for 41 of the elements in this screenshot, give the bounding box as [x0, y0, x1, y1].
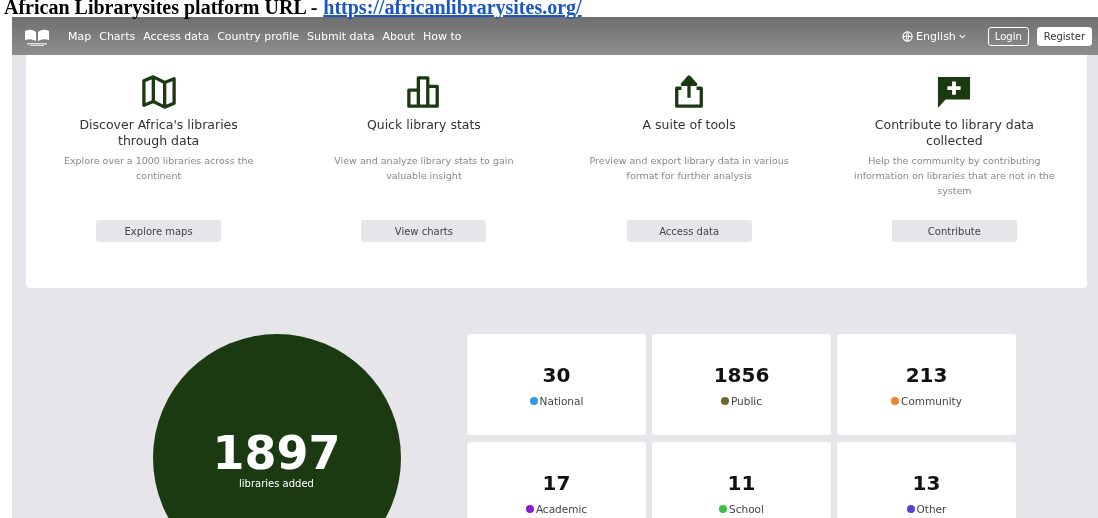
- total-label: libraries added: [239, 477, 314, 489]
- map-icon: [139, 75, 178, 109]
- nav-link[interactable]: How to: [422, 29, 462, 43]
- feature-description: Preview and export library data in various format for further analysis: [588, 154, 790, 183]
- feature-title: Contribute to library data collected: [873, 117, 1035, 149]
- url-link[interactable]: https://africanlibrarysites.org/: [323, 0, 582, 17]
- category-label: Academic: [535, 502, 588, 515]
- stat-value: 11: [727, 470, 756, 495]
- feature-title: Discover Africa's libraries through data: [78, 117, 239, 149]
- stat-value: 13: [912, 470, 941, 495]
- nav-link[interactable]: Country profile: [217, 29, 300, 43]
- feature-title: Quick library stats: [366, 117, 481, 134]
- caret-icon: [958, 33, 966, 39]
- category-label: Other: [916, 502, 947, 515]
- category-label: Community: [901, 394, 962, 407]
- register-button[interactable]: Register: [1036, 26, 1092, 46]
- language-selector[interactable]: English: [902, 29, 966, 43]
- category-label: Public: [730, 394, 763, 407]
- feature-button[interactable]: Contribute: [891, 220, 1017, 242]
- globe-icon: [902, 30, 914, 42]
- login-button[interactable]: Login: [987, 26, 1029, 46]
- stat-value: 213: [905, 362, 948, 387]
- nav-link[interactable]: Access data: [143, 29, 210, 43]
- stat-value: 1856: [713, 362, 770, 387]
- total-count: 1897: [212, 427, 341, 478]
- feature-description: View and analyze library stats to gain valuable insight: [333, 154, 515, 183]
- feature-description: Explore over a 1000 libraries across the continent: [62, 154, 255, 183]
- nav-link[interactable]: Charts: [99, 29, 136, 43]
- feature-button[interactable]: Explore maps: [96, 220, 222, 242]
- feature-description: Help the community by contributing information on libraries that are not in the system: [853, 154, 1056, 198]
- nav-link[interactable]: Map: [68, 29, 92, 43]
- feature-button[interactable]: View charts: [361, 220, 487, 242]
- stat-value: 17: [542, 470, 571, 495]
- feature-title: A suite of tools: [642, 117, 736, 134]
- nav-link[interactable]: Submit data: [307, 29, 375, 43]
- nav-link[interactable]: About: [382, 29, 415, 43]
- category-label: National: [539, 394, 584, 407]
- feature-button[interactable]: Access data: [626, 220, 752, 242]
- stat-value: 30: [542, 362, 571, 387]
- category-label: School: [729, 502, 764, 515]
- caption-text: African Librarysites platform URL -: [4, 0, 318, 17]
